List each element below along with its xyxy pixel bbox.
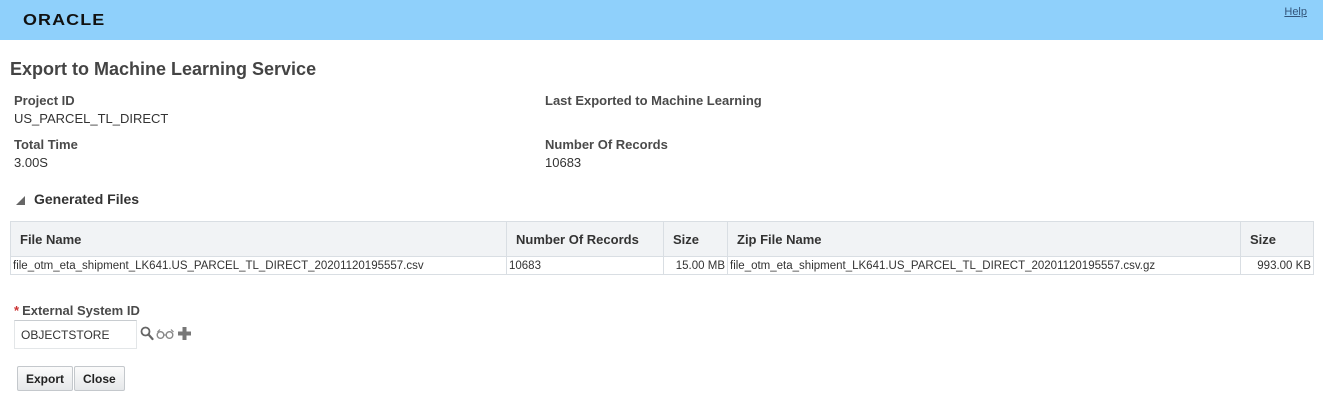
table-row[interactable]: file_otm_eta_shipment_LK641.US_PARCEL_TL… bbox=[10, 256, 1314, 275]
project-id-label: Project ID bbox=[14, 93, 75, 108]
disclosure-triangle-icon[interactable] bbox=[16, 196, 25, 205]
close-button[interactable]: Close bbox=[74, 366, 125, 391]
external-system-id-input[interactable] bbox=[14, 320, 137, 349]
search-icon[interactable] bbox=[140, 326, 154, 346]
total-time-value: 3.00S bbox=[14, 155, 48, 170]
view-details-icon[interactable] bbox=[156, 327, 175, 345]
column-header-number-of-records[interactable]: Number Of Records bbox=[506, 221, 664, 257]
column-header-file-name[interactable]: File Name bbox=[10, 221, 507, 257]
external-system-id-label: * External System ID bbox=[14, 303, 140, 318]
generated-files-table: File Name Number Of Records Size Zip Fil… bbox=[10, 221, 1314, 275]
table-header-row: File Name Number Of Records Size Zip Fil… bbox=[10, 221, 1314, 257]
project-id-value: US_PARCEL_TL_DIRECT bbox=[14, 111, 169, 126]
page-title: Export to Machine Learning Service bbox=[10, 59, 317, 79]
cell-zip-file-name: file_otm_eta_shipment_LK641.US_PARCEL_TL… bbox=[727, 256, 1241, 275]
cell-number-of-records: 10683 bbox=[506, 256, 664, 275]
column-header-zip-size[interactable]: Size bbox=[1240, 221, 1314, 257]
generated-files-title: Generated Files bbox=[34, 191, 140, 207]
add-icon[interactable] bbox=[177, 326, 192, 346]
last-exported-label: Last Exported to Machine Learning bbox=[545, 93, 762, 108]
number-of-records-label: Number Of Records bbox=[545, 137, 668, 152]
column-header-size[interactable]: Size bbox=[663, 221, 728, 257]
help-link[interactable]: Help bbox=[1284, 6, 1307, 18]
cell-file-name: file_otm_eta_shipment_LK641.US_PARCEL_TL… bbox=[10, 256, 507, 275]
cell-zip-size: 993.00 KB bbox=[1240, 256, 1314, 275]
export-button[interactable]: Export bbox=[17, 366, 74, 391]
number-of-records-value: 10683 bbox=[545, 155, 582, 170]
column-header-zip-file-name[interactable]: Zip File Name bbox=[727, 221, 1241, 257]
external-system-id-actions bbox=[140, 326, 194, 346]
external-system-id-label-text: External System ID bbox=[22, 303, 140, 318]
cell-size: 15.00 MB bbox=[663, 256, 728, 275]
total-time-label: Total Time bbox=[14, 137, 78, 152]
oracle-logo: ORACLE bbox=[23, 12, 106, 29]
generated-files-section-header[interactable]: Generated Files bbox=[16, 191, 139, 207]
required-marker: * bbox=[14, 303, 20, 318]
header-bar: ORACLE Help bbox=[0, 0, 1323, 40]
